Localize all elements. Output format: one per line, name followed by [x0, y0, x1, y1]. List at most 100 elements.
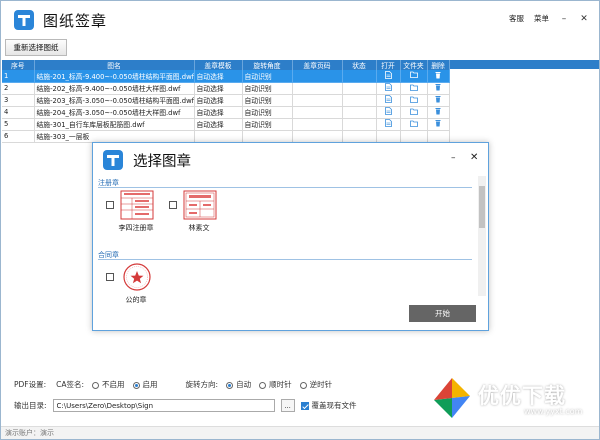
pdf-settings-label: PDF设置: — [14, 380, 47, 389]
radio-icon[interactable] — [299, 381, 307, 389]
cell-pages[interactable] — [292, 70, 343, 83]
delete-icon[interactable] — [427, 106, 450, 119]
open-file-icon[interactable] — [376, 82, 401, 95]
table-row[interactable]: 1 结施-201_标高-9.400~-0.050墙柱结构平面图.dwf 自动选择 自动… — [2, 70, 450, 83]
col-header-name[interactable]: 图名 — [34, 60, 195, 70]
table-row[interactable]: 4 结施-204_标高-3.050~-0.050墙柱大样图.dwf 自动选择 自动识别 — [2, 106, 450, 119]
rotation-option-auto[interactable]: 自动 — [226, 379, 251, 390]
dialog-minimize-icon[interactable]: – — [451, 153, 456, 163]
cell-rotation[interactable]: 自动识别 — [242, 70, 293, 83]
open-folder-icon[interactable] — [400, 94, 428, 107]
stamp-option-linsuwen[interactable]: 林素文 — [169, 190, 229, 240]
section-divider — [98, 259, 472, 260]
start-button[interactable]: 开始 — [409, 305, 476, 322]
radio-icon[interactable] — [226, 381, 234, 389]
stamp-name: 林素文 — [188, 224, 210, 232]
rotation-option-counterclockwise[interactable]: 逆时针 — [299, 379, 332, 390]
open-folder-icon[interactable] — [400, 106, 428, 119]
radio-icon[interactable] — [259, 381, 267, 389]
table-row[interactable]: 6 结施-303_一层板 — [2, 130, 450, 143]
close-icon[interactable]: ✕ — [579, 14, 589, 24]
cell-rotation[interactable]: 自动识别 — [242, 94, 293, 107]
delete-icon[interactable] — [427, 94, 450, 107]
cell-drawing-name: 结施-201_标高-9.400~-0.050墙柱结构平面图.dwf — [34, 70, 195, 83]
stamp-option-company[interactable]: 公的章 — [106, 262, 166, 312]
radio-icon[interactable] — [132, 381, 140, 389]
table-row[interactable]: 2 结施-202_标高-9.400~-0.050墙柱大样图.dwf 自动选择 自动识别 — [2, 82, 450, 95]
cell-drawing-name: 结施-202_标高-9.400~-0.050墙柱大样图.dwf — [34, 82, 195, 95]
overwrite-label: 覆盖现有文件 — [311, 401, 357, 410]
col-header-pages[interactable]: 盖章页码 — [292, 60, 343, 70]
cell-rotation[interactable] — [242, 130, 293, 143]
delete-icon[interactable] — [427, 130, 450, 143]
dialog-title: 选择图章 — [133, 154, 191, 170]
table-header-row: 序号 图名 盖章模板 旋转角度 盖章页码 状态 打开 文件夹 删除 — [2, 60, 450, 70]
table-row[interactable]: 5 结施-301_自行车库层板配筋图.dwf 自动选择 自动识别 — [2, 118, 450, 131]
menu-link[interactable]: 菜单 — [534, 13, 549, 24]
ca-option-disable[interactable]: 不启用 — [92, 379, 125, 390]
minimize-icon[interactable]: – — [559, 14, 569, 24]
table-row[interactable]: 3 结施-203_标高-3.050~-0.050墙柱结构平面图.dwf 自动选择 自动… — [2, 94, 450, 107]
col-header-template[interactable]: 盖章模板 — [194, 60, 243, 70]
cell-rotation[interactable]: 自动识别 — [242, 118, 293, 131]
reselect-drawings-button[interactable]: 重新选择图纸 — [5, 39, 67, 56]
cell-drawing-name: 结施-301_自行车库层板配筋图.dwf — [34, 118, 195, 131]
cell-status — [342, 130, 377, 143]
open-file-icon[interactable] — [376, 94, 401, 107]
main-window: 图纸签章 客服 菜单 – ✕ 重新选择图纸 序号 图名 盖章模板 旋转角度 盖章… — [0, 0, 600, 440]
checkbox-checked-icon[interactable] — [300, 402, 309, 410]
cell-template[interactable]: 自动选择 — [194, 70, 243, 83]
stamp-checkbox[interactable] — [106, 201, 114, 209]
stamp-checkbox[interactable] — [106, 273, 114, 281]
rotation-direction-label: 旋转方向: — [185, 380, 219, 389]
cell-template[interactable]: 自动选择 — [194, 106, 243, 119]
cell-template[interactable] — [194, 130, 243, 143]
dialog-scrollbar[interactable] — [478, 176, 486, 296]
cell-rotation[interactable]: 自动识别 — [242, 82, 293, 95]
cell-pages[interactable] — [292, 130, 343, 143]
col-header-folder[interactable]: 文件夹 — [400, 60, 428, 70]
delete-icon[interactable] — [427, 70, 450, 83]
col-header-status[interactable]: 状态 — [342, 60, 377, 70]
ca-option-enable[interactable]: 启用 — [132, 379, 158, 390]
rotation-option-clockwise[interactable]: 顺时针 — [259, 379, 292, 390]
stamp-option-lisi[interactable]: 李四注册章 — [106, 190, 166, 240]
open-folder-icon[interactable] — [400, 118, 428, 131]
open-file-icon[interactable] — [376, 130, 401, 143]
registered-stamp-image — [183, 190, 217, 220]
customer-service-link[interactable]: 客服 — [509, 13, 524, 24]
open-file-icon[interactable] — [376, 118, 401, 131]
open-folder-icon[interactable] — [400, 82, 428, 95]
output-dir-input[interactable] — [52, 399, 275, 412]
cell-status — [342, 118, 377, 131]
cell-pages[interactable] — [292, 118, 343, 131]
watermark-logo-icon — [434, 378, 470, 418]
title-bar: 图纸签章 客服 菜单 – ✕ — [1, 1, 599, 37]
cell-rotation[interactable]: 自动识别 — [242, 106, 293, 119]
scrollbar-thumb[interactable] — [479, 186, 485, 228]
open-file-icon[interactable] — [376, 106, 401, 119]
dialog-close-icon[interactable]: ✕ — [470, 152, 478, 163]
open-folder-icon[interactable] — [400, 130, 428, 143]
cell-pages[interactable] — [292, 94, 343, 107]
cell-index: 3 — [2, 94, 35, 107]
col-header-delete[interactable]: 删除 — [427, 60, 450, 70]
stamp-checkbox[interactable] — [169, 201, 177, 209]
overwrite-option[interactable]: 覆盖现有文件 — [300, 400, 357, 411]
cell-pages[interactable] — [292, 82, 343, 95]
top-links: 客服 菜单 – ✕ — [509, 13, 589, 24]
cell-template[interactable]: 自动选择 — [194, 118, 243, 131]
col-header-open[interactable]: 打开 — [376, 60, 401, 70]
col-header-rotation[interactable]: 旋转角度 — [242, 60, 293, 70]
open-file-icon[interactable] — [376, 70, 401, 83]
delete-icon[interactable] — [427, 118, 450, 131]
cell-pages[interactable] — [292, 106, 343, 119]
cell-template[interactable]: 自动选择 — [194, 94, 243, 107]
delete-icon[interactable] — [427, 82, 450, 95]
radio-icon[interactable] — [92, 381, 100, 389]
open-folder-icon[interactable] — [400, 70, 428, 83]
cell-template[interactable]: 自动选择 — [194, 82, 243, 95]
cell-status — [342, 82, 377, 95]
col-header-index[interactable]: 序号 — [2, 60, 35, 70]
browse-button[interactable]: ... — [280, 399, 295, 412]
